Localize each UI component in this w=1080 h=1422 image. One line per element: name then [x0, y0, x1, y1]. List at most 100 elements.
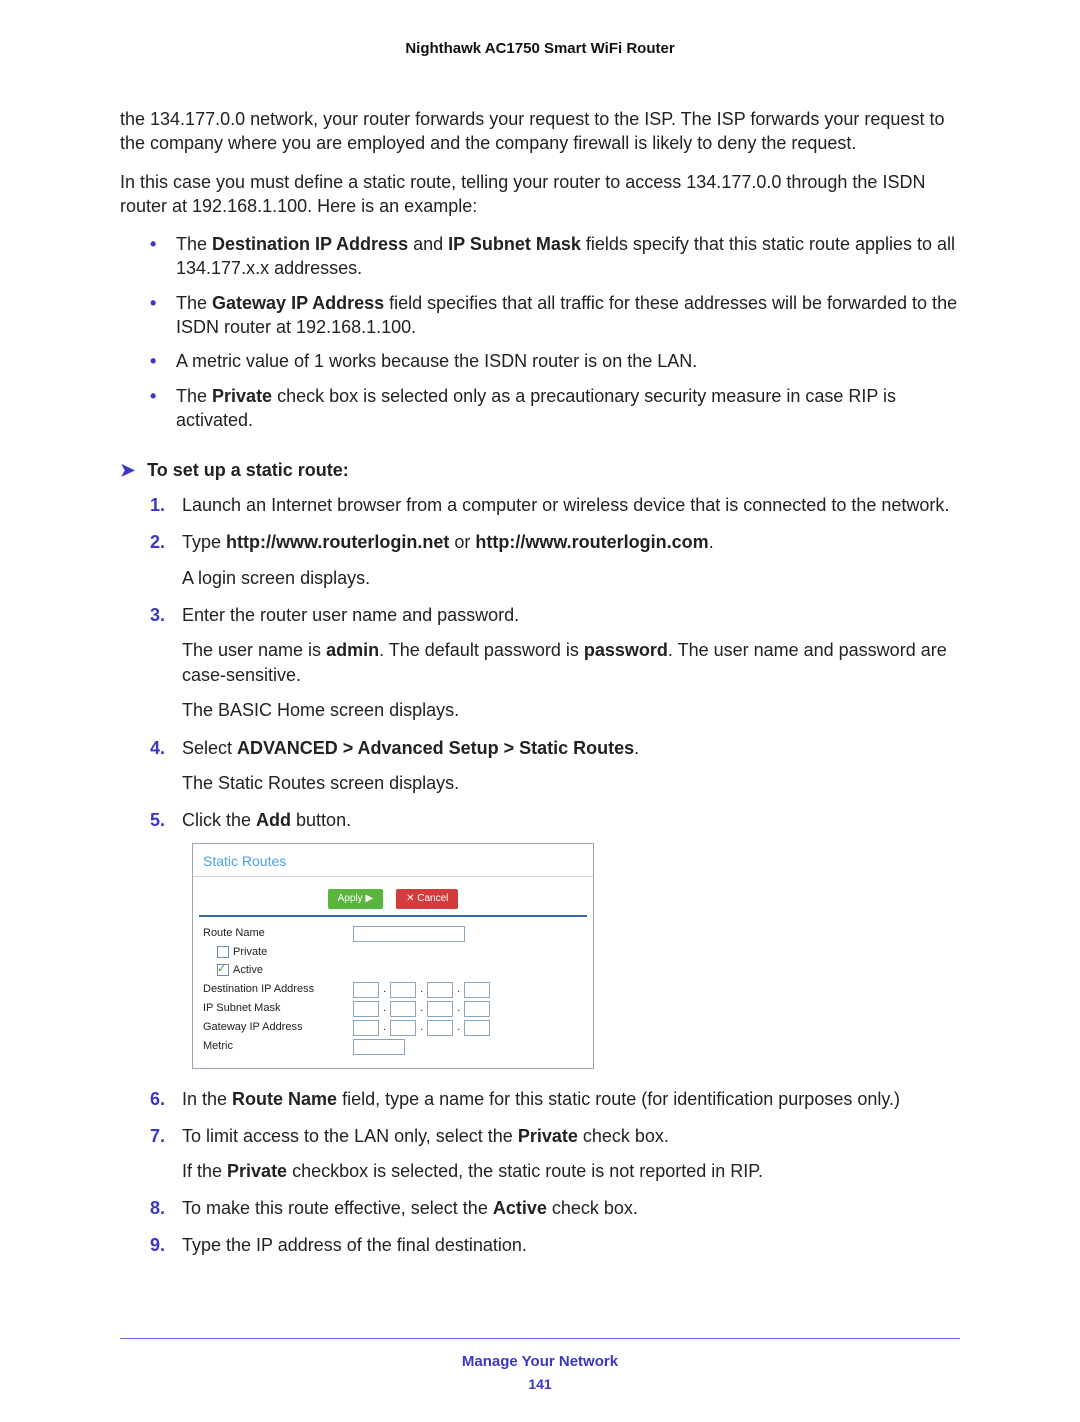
step-bold-admin: admin	[326, 640, 379, 660]
gateway-inputs: . . .	[353, 1020, 490, 1036]
step-text: checkbox is selected, the static route i…	[287, 1161, 763, 1181]
step-4: Select ADVANCED > Advanced Setup > Stati…	[150, 736, 960, 796]
gateway-oct-1[interactable]	[353, 1020, 379, 1036]
gateway-oct-2[interactable]	[390, 1020, 416, 1036]
gateway-oct-4[interactable]	[464, 1020, 490, 1036]
route-name-input[interactable]	[353, 926, 465, 942]
dot-icon: .	[457, 1020, 460, 1035]
subnet-oct-1[interactable]	[353, 1001, 379, 1017]
step-5: Click the Add button. Static Routes Appl…	[150, 808, 960, 1069]
step-2: Type http://www.routerlogin.net or http:…	[150, 530, 960, 590]
dest-oct-4[interactable]	[464, 982, 490, 998]
step-text: button.	[291, 810, 351, 830]
step-text: or	[449, 532, 475, 552]
label-gateway: Gateway IP Address	[203, 1020, 353, 1035]
label-active: Active	[203, 963, 367, 978]
scr-title: Static Routes	[193, 844, 593, 877]
dot-icon: .	[457, 982, 460, 997]
step-text: .	[634, 738, 639, 758]
cancel-button[interactable]: ✕ Cancel	[396, 889, 458, 909]
label-metric: Metric	[203, 1039, 353, 1054]
step-text: If the	[182, 1161, 227, 1181]
step-url-1: http://www.routerlogin.net	[226, 532, 449, 552]
step-7-sub: If the Private checkbox is selected, the…	[182, 1159, 960, 1184]
private-text: Private	[233, 946, 267, 958]
subnet-oct-2[interactable]	[390, 1001, 416, 1017]
step-6: In the Route Name field, type a name for…	[150, 1087, 960, 1112]
procedure-arrow-icon: ➤	[120, 460, 135, 480]
dest-oct-1[interactable]	[353, 982, 379, 998]
step-text: To make this route effective, select the	[182, 1198, 493, 1218]
row-active: Active	[203, 963, 583, 978]
row-dest-ip: Destination IP Address . . .	[203, 982, 583, 998]
bullet-gateway: The Gateway IP Address field specifies t…	[150, 291, 960, 340]
step-8: To make this route effective, select the…	[150, 1196, 960, 1221]
procedure-heading: ➤ To set up a static route:	[120, 460, 960, 481]
step-text: check box.	[578, 1126, 669, 1146]
label-subnet: IP Subnet Mask	[203, 1001, 353, 1016]
bullet-dest-ip: The Destination IP Address and IP Subnet…	[150, 232, 960, 281]
label-private: Private	[203, 945, 367, 960]
apply-button[interactable]: Apply ▶	[328, 889, 383, 909]
procedure-title: To set up a static route:	[147, 460, 349, 480]
step-4-result: The Static Routes screen displays.	[182, 771, 960, 796]
footer-section-title: Manage Your Network	[120, 1353, 960, 1370]
step-bold-nav: ADVANCED > Advanced Setup > Static Route…	[237, 738, 634, 758]
step-1: Launch an Internet browser from a comput…	[150, 493, 960, 518]
bullet-bold-gateway: Gateway IP Address	[212, 293, 384, 313]
step-text: check box.	[547, 1198, 638, 1218]
bullet-text: The	[176, 293, 212, 313]
dot-icon: .	[383, 1001, 386, 1016]
page-footer: Manage Your Network 141	[120, 1338, 960, 1392]
subnet-oct-4[interactable]	[464, 1001, 490, 1017]
step-text: field, type a name for this static route…	[337, 1089, 900, 1109]
bullet-bold-mask: IP Subnet Mask	[448, 234, 581, 254]
gateway-oct-3[interactable]	[427, 1020, 453, 1036]
row-route-name: Route Name	[203, 926, 583, 942]
step-bold-route-name: Route Name	[232, 1089, 337, 1109]
bullet-text: The	[176, 386, 212, 406]
dot-icon: .	[383, 1020, 386, 1035]
label-route-name: Route Name	[203, 926, 353, 941]
row-gateway: Gateway IP Address . . .	[203, 1020, 583, 1036]
subnet-inputs: . . .	[353, 1001, 490, 1017]
bullet-bold-dest: Destination IP Address	[212, 234, 408, 254]
example-bullets: The Destination IP Address and IP Subnet…	[150, 232, 960, 432]
row-subnet: IP Subnet Mask . . .	[203, 1001, 583, 1017]
label-dest-ip: Destination IP Address	[203, 982, 353, 997]
step-2-result: A login screen displays.	[182, 566, 960, 591]
step-text: In the	[182, 1089, 232, 1109]
step-text: To limit access to the LAN only, select …	[182, 1126, 518, 1146]
step-bold-active: Active	[493, 1198, 547, 1218]
dest-ip-inputs: . . .	[353, 982, 490, 998]
row-private: Private	[203, 945, 583, 960]
scr-form: Route Name Private Active Des	[193, 917, 593, 1068]
active-checkbox[interactable]	[217, 964, 229, 976]
metric-input[interactable]	[353, 1039, 405, 1055]
step-text: . The default password is	[379, 640, 584, 660]
intro-para-1: the 134.177.0.0 network, your router for…	[120, 107, 960, 156]
active-text: Active	[233, 964, 263, 976]
step-bold-private2: Private	[227, 1161, 287, 1181]
dot-icon: .	[383, 982, 386, 997]
dot-icon: .	[457, 1001, 460, 1016]
step-text: .	[709, 532, 714, 552]
private-checkbox[interactable]	[217, 946, 229, 958]
step-7: To limit access to the LAN only, select …	[150, 1124, 960, 1184]
steps-list: Launch an Internet browser from a comput…	[150, 493, 960, 1258]
dot-icon: .	[420, 982, 423, 997]
bullet-text: The	[176, 234, 212, 254]
step-bold-password: password	[584, 640, 668, 660]
dot-icon: .	[420, 1020, 423, 1035]
static-routes-screenshot: Static Routes Apply ▶ ✕ Cancel Route Nam…	[192, 843, 594, 1068]
dot-icon: .	[420, 1001, 423, 1016]
subnet-oct-3[interactable]	[427, 1001, 453, 1017]
row-metric: Metric	[203, 1039, 583, 1055]
step-url-2: http://www.routerlogin.com	[475, 532, 708, 552]
dest-oct-3[interactable]	[427, 982, 453, 998]
step-3-result: The BASIC Home screen displays.	[182, 698, 960, 723]
bullet-text: and	[408, 234, 448, 254]
scr-button-row: Apply ▶ ✕ Cancel	[199, 877, 587, 917]
bullet-bold-private: Private	[212, 386, 272, 406]
dest-oct-2[interactable]	[390, 982, 416, 998]
